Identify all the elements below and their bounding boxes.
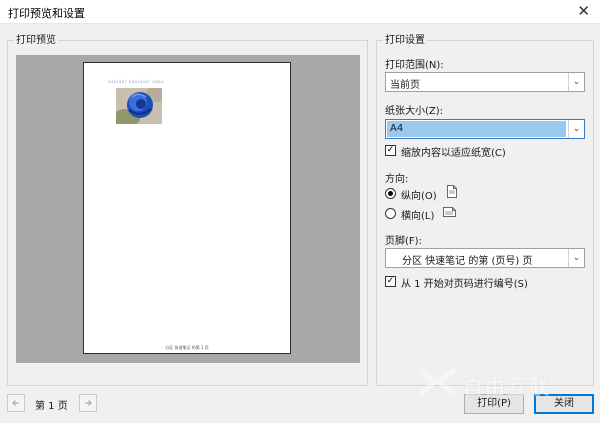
landscape-radio[interactable] [385,208,396,219]
paper-size-selection-highlight [387,121,566,137]
footer-value: 分区 快速笔记 的第 (页号) 页 [402,256,533,267]
start-numbering-checkbox[interactable]: ✓ [385,276,396,287]
print-range-label: 打印范围(N): [385,60,444,71]
window-title: 打印预览和设置 [8,7,85,20]
orientation-label: 方向: [385,174,409,185]
print-preview-group-title: 打印预览 [14,34,58,47]
landscape-page-icon [443,207,456,217]
portrait-page-icon [447,185,457,198]
title-bar: 打印预览和设置 ✕ [0,0,600,24]
print-range-select[interactable]: 当前页 ⌄ [385,72,585,92]
footer-label: 页脚(F): [385,236,422,247]
landscape-label[interactable]: 横向(L) [401,207,434,222]
arrow-right-icon [85,400,92,406]
start-numbering-label[interactable]: 从 1 开始对页码进行编号(S) [401,275,528,290]
rose-image [116,88,162,124]
next-page-button[interactable] [79,394,97,412]
close-icon[interactable]: ✕ [577,3,590,19]
arrow-left-icon [12,400,19,406]
page-header-text: aaa(aa) aaa(aaa) aaaa [108,79,165,84]
previous-page-button[interactable] [7,394,25,412]
portrait-label[interactable]: 纵向(O) [401,187,437,202]
paper-size-value: A4 [390,123,404,134]
print-button[interactable]: 打印(P) [464,394,524,414]
fit-width-label[interactable]: 缩放内容以适应纸宽(C) [401,144,506,159]
preview-page: aaa(aa) aaa(aaa) aaaa 分区 快速笔记 的第 1 页 [83,62,291,354]
print-range-value: 当前页 [390,80,420,91]
close-button[interactable]: 关闭 [534,394,594,414]
fit-width-checkbox[interactable]: ✓ [385,145,396,156]
chevron-down-icon[interactable]: ⌄ [568,120,584,138]
print-settings-group-title: 打印设置 [383,34,427,47]
portrait-radio[interactable] [385,188,396,199]
page-footer-text: 分区 快速笔记 的第 1 页 [165,345,209,350]
page-indicator: 第 1 页 [35,401,68,412]
paper-size-select[interactable]: A4 ⌄ [385,119,585,139]
chevron-down-icon[interactable]: ⌄ [568,249,584,267]
footer-select[interactable]: 分区 快速笔记 的第 (页号) 页 ⌄ [385,248,585,268]
chevron-down-icon[interactable]: ⌄ [568,73,584,91]
paper-size-label: 纸张大小(Z): [385,106,444,117]
